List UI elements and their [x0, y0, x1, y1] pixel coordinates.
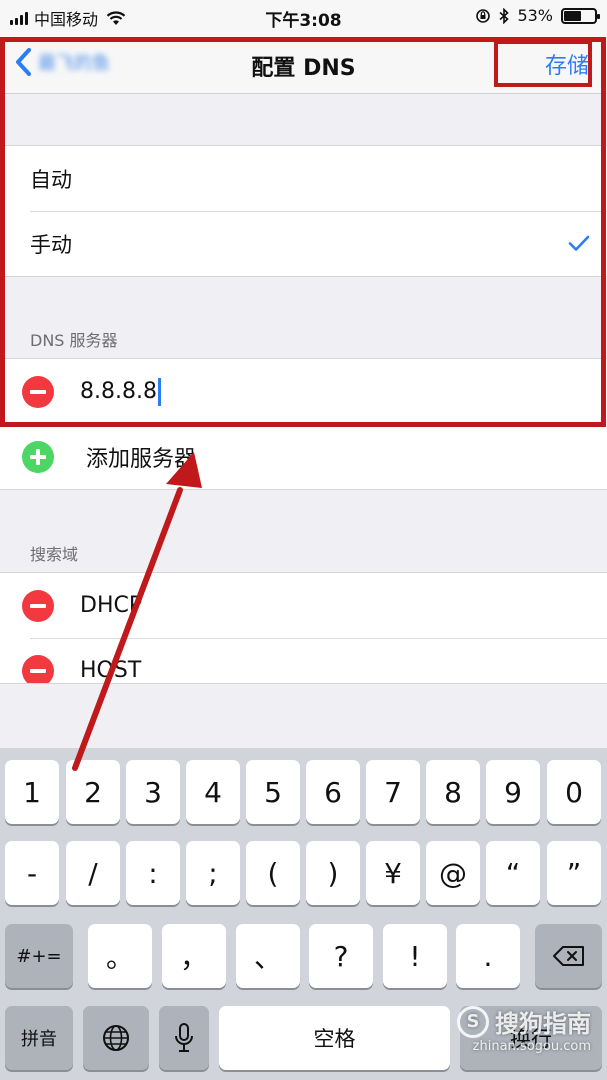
status-right: 53%	[475, 6, 600, 25]
key[interactable]: )	[306, 841, 360, 905]
dns-servers-header: DNS 服务器	[30, 331, 118, 350]
key[interactable]: @	[426, 841, 480, 905]
globe-icon	[103, 1025, 129, 1051]
configure-mode-group: 自动 手动	[0, 145, 607, 277]
microphone-key[interactable]	[159, 1006, 209, 1070]
search-domains-header: 搜索域	[30, 545, 79, 564]
space-key[interactable]: 空格	[219, 1006, 450, 1070]
watermark-brand: S 搜狗指南	[457, 1004, 591, 1039]
status-left: 中国移动	[10, 6, 126, 30]
back-button[interactable]: 最飞的鱼	[14, 46, 110, 78]
battery-percent: 53%	[517, 6, 553, 25]
search-domain-value: DHCP	[80, 593, 143, 618]
symbols-switch-key[interactable]: #+=	[5, 924, 73, 988]
option-manual-label: 手动	[30, 232, 72, 257]
orientation-lock-icon	[476, 8, 491, 23]
sogou-logo-icon: S	[457, 1005, 489, 1038]
search-domains-group: DHCP HOST	[0, 572, 607, 684]
option-manual[interactable]: 手动	[0, 211, 607, 276]
search-domain-row[interactable]: DHCP	[0, 573, 607, 638]
dns-server-input[interactable]: 8.8.8.8	[80, 377, 161, 406]
option-auto[interactable]: 自动	[0, 146, 607, 211]
pinyin-key[interactable]: 拼音	[5, 1006, 73, 1070]
text-cursor	[157, 377, 161, 406]
battery-level	[564, 10, 581, 21]
minus-circle-icon[interactable]	[22, 375, 54, 408]
key[interactable]: ”	[547, 841, 601, 905]
backspace-icon	[552, 946, 584, 966]
key[interactable]: ;	[186, 841, 240, 905]
watermark: S 搜狗指南 zhinan.sogou.com	[457, 1004, 591, 1054]
chevron-left-icon	[16, 48, 31, 76]
globe-key[interactable]	[83, 1006, 149, 1070]
key[interactable]: 2	[66, 760, 120, 824]
minus-circle-icon[interactable]	[22, 654, 54, 683]
checkmark-icon	[568, 235, 590, 251]
dns-server-row[interactable]: 8.8.8.8	[0, 359, 607, 424]
search-domain-row[interactable]: HOST	[0, 638, 607, 683]
key[interactable]: 8	[426, 760, 480, 824]
backspace-key[interactable]	[535, 924, 602, 988]
status-bar: 中国移动 下午3:08 53%	[0, 0, 607, 34]
key[interactable]: 、	[236, 924, 300, 988]
key[interactable]: (	[246, 841, 300, 905]
bluetooth-icon	[499, 7, 510, 24]
dns-servers-group: 8.8.8.8 添加服务器	[0, 358, 607, 490]
key[interactable]: :	[126, 841, 180, 905]
minus-circle-icon[interactable]	[22, 589, 54, 622]
key[interactable]: 9	[486, 760, 540, 824]
key[interactable]: 6	[306, 760, 360, 824]
back-button-label: 最飞的鱼	[38, 53, 110, 74]
key[interactable]: 0	[547, 760, 601, 824]
option-auto-label: 自动	[30, 167, 72, 192]
add-server-row[interactable]: 添加服务器	[0, 424, 607, 489]
wifi-icon	[106, 11, 126, 25]
key[interactable]: 3	[126, 760, 180, 824]
key[interactable]: 5	[246, 760, 300, 824]
key[interactable]: -	[5, 841, 59, 905]
plus-circle-icon[interactable]	[22, 440, 54, 473]
search-domain-value: HOST	[80, 658, 142, 683]
carrier-label: 中国移动	[34, 10, 99, 29]
key[interactable]: ?	[309, 924, 373, 988]
save-highlight-frame	[494, 40, 592, 87]
watermark-url: zhinan.sogou.com	[472, 1039, 591, 1054]
key[interactable]: 4	[186, 760, 240, 824]
signal-icon	[10, 11, 28, 25]
battery-icon	[561, 7, 600, 24]
key[interactable]: .	[456, 924, 520, 988]
key[interactable]: ¥	[366, 841, 420, 905]
key[interactable]: “	[486, 841, 540, 905]
add-server-label: 添加服务器	[86, 446, 197, 472]
key[interactable]: 。	[88, 924, 152, 988]
key[interactable]: !	[383, 924, 447, 988]
key[interactable]: /	[66, 841, 120, 905]
key[interactable]: ，	[162, 924, 226, 988]
microphone-icon	[175, 1023, 193, 1052]
key[interactable]: 1	[5, 760, 59, 824]
key[interactable]: 7	[366, 760, 420, 824]
